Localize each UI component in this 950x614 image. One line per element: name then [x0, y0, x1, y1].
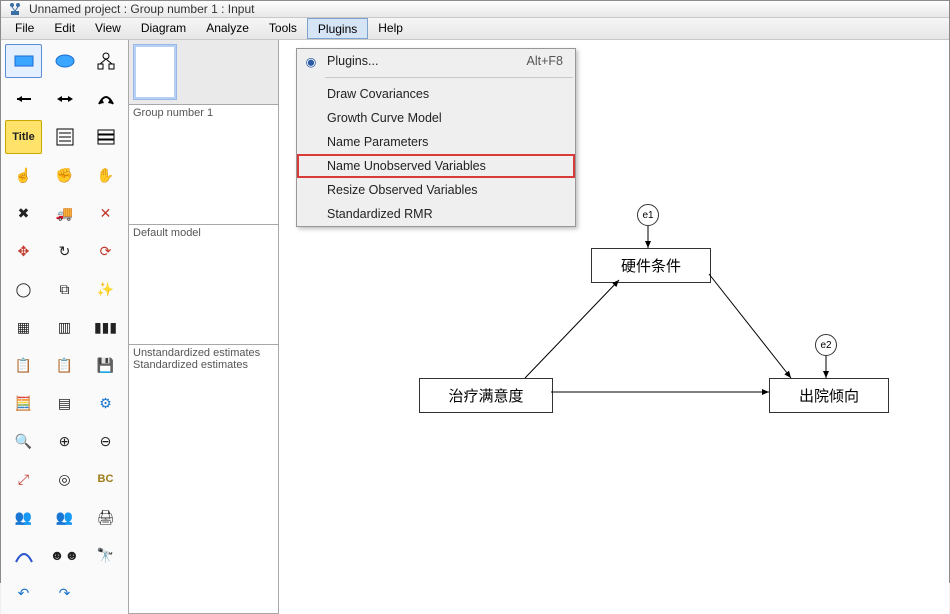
tool-clip-icon[interactable]: 📋 [5, 348, 42, 382]
tool-grab-icon[interactable]: ✊ [46, 158, 83, 192]
tool-title-icon[interactable]: Title [5, 120, 42, 154]
tool-faces-icon[interactable]: ☻☻ [46, 538, 83, 572]
menubar: File Edit View Diagram Analyze Tools Plu… [1, 18, 949, 40]
tool-gears-icon[interactable]: ⚙ [87, 386, 124, 420]
group-pane[interactable]: Group number 1 [129, 105, 278, 225]
tool-abacus-icon[interactable]: 🧮 [5, 386, 42, 420]
dd-plugins-label: Plugins... [325, 54, 527, 68]
app-icon [7, 1, 23, 17]
tool-magic-icon[interactable]: ✨ [87, 272, 124, 306]
dropdown-separator [325, 77, 573, 78]
dd-draw-covariances[interactable]: Draw Covariances [297, 82, 575, 106]
menu-view[interactable]: View [85, 18, 131, 39]
midcolumn: Group number 1 Default model Unstandardi… [129, 40, 279, 614]
menu-help[interactable]: Help [368, 18, 413, 39]
tool-tally-icon[interactable]: ▥ [46, 310, 83, 344]
tool-zoom-out-icon[interactable]: ⊖ [87, 424, 124, 458]
tool-grid-icon[interactable]: ▦ [5, 310, 42, 344]
tool-lasso-icon[interactable]: ◯ [5, 272, 42, 306]
dd-growth-curve[interactable]: Growth Curve Model [297, 106, 575, 130]
model-label[interactable]: Default model [133, 227, 274, 239]
tool-clipboard-icon[interactable]: 📋 [46, 348, 83, 382]
dd-plugins-shortcut: Alt+F8 [527, 54, 575, 68]
window-title: Unnamed project : Group number 1 : Input [29, 2, 254, 16]
tool-props-icon[interactable]: ▤ [46, 386, 83, 420]
menu-plugins[interactable]: Plugins [307, 18, 368, 39]
tool-move-icon[interactable]: ✥ [5, 234, 42, 268]
tool-printer-icon[interactable]: 🖨 [87, 500, 124, 534]
tool-loop-icon[interactable]: ↻ [46, 234, 83, 268]
toolbox: Title ☝ ✊ ✋ ✖ 🚚 ✕ ✥ ↻ ⟳ ◯ ⧉ ✨ ▦ ▥ ▮▮▮ 📋 … [1, 40, 129, 614]
tool-save-icon[interactable]: 💾 [87, 348, 124, 382]
thumbnail-pane[interactable] [129, 40, 278, 105]
tool-erase-icon[interactable]: ✖ [5, 196, 42, 230]
tool-ellipse[interactable] [46, 44, 83, 78]
tool-dist-icon[interactable] [5, 538, 42, 572]
dd-resize-observed[interactable]: Resize Observed Variables [297, 178, 575, 202]
menu-file[interactable]: File [5, 18, 44, 39]
tool-binoc-icon[interactable]: 🔭 [87, 538, 124, 572]
dd-name-parameters[interactable]: Name Parameters [297, 130, 575, 154]
tool-barcode-icon[interactable]: ▮▮▮ [87, 310, 124, 344]
tool-hand-open-icon[interactable]: ✋ [87, 158, 124, 192]
box-left[interactable]: 治疗满意度 [419, 378, 553, 413]
error-e2[interactable]: e2 [815, 334, 837, 356]
tool-undo-icon[interactable]: ↶ [5, 576, 42, 610]
tool-loop-multi-icon[interactable]: ⟳ [87, 234, 124, 268]
model-pane[interactable]: Default model [129, 225, 278, 345]
box-top[interactable]: 硬件条件 [591, 248, 711, 283]
tool-people3-icon[interactable]: 👥 [5, 500, 42, 534]
group-label[interactable]: Group number 1 [133, 107, 274, 119]
dd-standardized-rmr[interactable]: Standardized RMR [297, 202, 575, 226]
estimates-unstd[interactable]: Unstandardized estimates [133, 347, 274, 359]
tool-latent-icon[interactable] [87, 44, 124, 78]
tool-rect[interactable] [5, 44, 42, 78]
tool-truck-icon[interactable]: 🚚 [46, 196, 83, 230]
tool-redo-icon[interactable]: ↷ [46, 576, 83, 610]
plugins-dropdown: ◉ Plugins... Alt+F8 Draw Covariances Gro… [296, 48, 576, 227]
menu-diagram[interactable]: Diagram [131, 18, 196, 39]
plugin-bullet-icon: ◉ [297, 54, 325, 69]
tool-people-grp-icon[interactable]: 👥 [46, 500, 83, 534]
menu-edit[interactable]: Edit [44, 18, 85, 39]
dd-plugins[interactable]: ◉ Plugins... Alt+F8 [297, 49, 575, 73]
error-e1[interactable]: e1 [637, 204, 659, 226]
diagram-thumbnail[interactable] [133, 44, 177, 100]
tool-target-icon[interactable]: ◎ [46, 462, 83, 496]
tool-arrow-both-icon[interactable] [46, 82, 83, 116]
tool-list-icon[interactable] [46, 120, 83, 154]
tool-cov-arc-icon[interactable] [87, 82, 124, 116]
tool-x-icon[interactable]: ✕ [87, 196, 124, 230]
tool-copy-icon[interactable]: ⧉ [46, 272, 83, 306]
tool-rows-icon[interactable] [87, 120, 124, 154]
app-window: Unnamed project : Group number 1 : Input… [0, 0, 950, 583]
tool-bc-icon[interactable]: BC [87, 462, 124, 496]
tool-zoom-in-icon[interactable]: ⊕ [46, 424, 83, 458]
tool-zoom-search-icon[interactable]: 🔍 [5, 424, 42, 458]
titlebar: Unnamed project : Group number 1 : Input [1, 1, 949, 18]
tool-hand-icon[interactable]: ☝ [5, 158, 42, 192]
menu-analyze[interactable]: Analyze [196, 18, 259, 39]
estimates-pane[interactable]: Unstandardized estimates Standardized es… [129, 345, 278, 614]
tool-arrow-left-icon[interactable] [5, 82, 42, 116]
dd-name-unobserved[interactable]: Name Unobserved Variables [297, 154, 575, 178]
box-right[interactable]: 出院倾向 [769, 378, 889, 413]
estimates-std[interactable]: Standardized estimates [133, 359, 274, 371]
menu-tools[interactable]: Tools [259, 18, 307, 39]
tool-expand-icon[interactable]: ⤢ [5, 462, 42, 496]
